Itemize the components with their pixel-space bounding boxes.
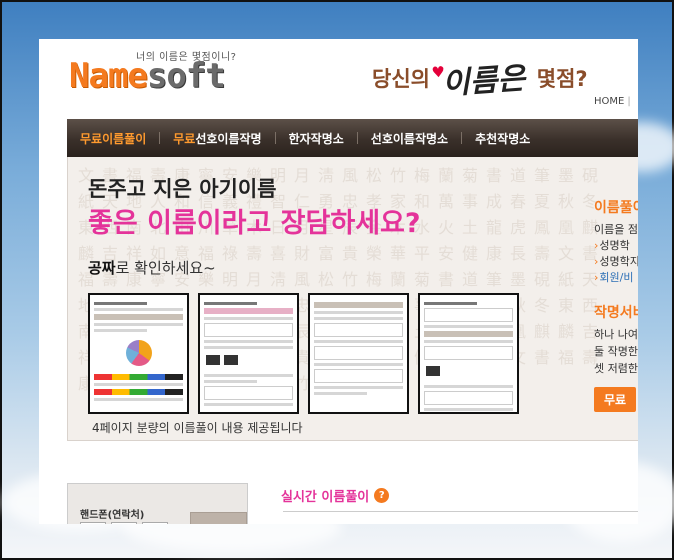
phone-label: 핸드폰(연락처) [80,510,145,521]
report-thumbnails [88,293,519,414]
realtime-title: 실시간 이름풀이 ? [281,486,390,505]
top-link-separator: | [627,96,631,107]
report-thumbnail[interactable] [308,293,409,414]
slogan-part2: 몇점? [536,67,588,91]
panel-text: 둘 작명한 [594,345,638,358]
panel-bullet: ›성명학 [594,239,630,252]
top-links: HOME | [594,96,634,107]
nav-highlight: 무료 [173,131,196,146]
phone-contact-box: 핸드폰(연락처) [67,483,248,524]
hero-banner[interactable]: 文書福壽康寧安樂明月淸風松竹梅蘭菊書道筆墨硯紙天地人和信義禮智仁勇忠孝家和萬事成… [67,157,638,441]
home-link[interactable]: HOME [594,96,624,107]
realtime-title-text: 실시간 이름풀이 [281,490,370,505]
site-header: 너의 이름은 몇점이니? Namesoft 당신의 ♥ 이름은 몇점? HOME… [39,39,638,119]
thumbnail-caption: 4페이지 분량의 이름풀이 내용 제공됩니다 [92,421,303,435]
hero-headline: 돈주고 지은 아기이름 [88,177,277,201]
nav-free-name-reading[interactable]: 무료이름풀이 [67,130,159,147]
nav-preferred-naming-office[interactable]: 선호이름작명소 [358,130,461,147]
report-thumbnail[interactable] [418,293,519,414]
phone-field-2[interactable] [111,522,137,524]
panel-title: 작명서비 [594,305,638,321]
hero-headline-pink: 좋은 이름이라고 장담하세요? [88,208,421,239]
nav-recommended-naming[interactable]: 추천작명소 [462,130,543,147]
panel-bullet[interactable]: ›회원/비 [594,270,638,286]
header-slogan: 당신의 ♥ 이름은 몇점? [372,53,588,103]
panel-text: 하나 나여 [594,328,638,341]
phone-field-1[interactable] [80,522,106,524]
slogan-brush-text: 이름은 [441,61,527,102]
nav-preferred-naming[interactable]: 무료 선호이름작명 [160,130,274,147]
help-icon[interactable]: ? [374,488,390,503]
slogan-part1: 당신의 [372,67,430,91]
logo-soft: soft [146,56,226,96]
free-button[interactable]: 무료 [594,387,637,412]
nav-label: 선호이름작명 [195,131,262,146]
panel-title: 이름풀이 [594,200,638,216]
panel-text: 이름을 점 [594,223,638,236]
report-thumbnail[interactable] [88,293,189,414]
nav-hanja-naming[interactable]: 한자작명소 [276,130,357,147]
chevron-right-icon: › [594,255,599,268]
chevron-right-icon: › [594,239,599,252]
nav-label: 선호이름작명소 [370,131,449,146]
browser-frame: 너의 이름은 몇점이니? Namesoft 당신의 ♥ 이름은 몇점? HOME… [0,0,674,560]
chevron-right-icon: › [594,271,599,284]
service-panel: 이름풀이 이름을 점 ›성명학 ›성명학지 ›회원/비 작명서비 하나 나여 둘… [594,197,638,412]
phone-submit-button[interactable] [190,512,247,524]
web-page: 너의 이름은 몇점이니? Namesoft 당신의 ♥ 이름은 몇점? HOME… [39,39,638,524]
main-nav: 무료이름풀이 무료 선호이름작명 한자작명소 선호이름작명소 추천작명소 [67,119,638,157]
hero-subline-rest: 로 확인하세요~ [115,259,216,277]
realtime-list [283,511,638,524]
phone-field-3[interactable] [142,522,168,524]
slogan-brush: ♥ 이름은 [431,53,527,103]
hero-subline: 공짜로 확인하세요~ [88,257,216,278]
pie-chart-icon [125,340,152,366]
hero-subline-bold: 공짜 [88,259,116,277]
nav-label: 한자작명소 [288,131,344,146]
heart-icon: ♥ [430,62,446,82]
site-logo[interactable]: Namesoft [69,56,226,96]
nav-label: 추천작명소 [475,131,531,146]
phone-inputs [80,522,168,524]
panel-bullet: ›성명학지 [594,255,638,268]
report-thumbnail[interactable] [198,293,299,414]
panel-text: 셋 저렴한 [594,362,638,375]
nav-label: 무료이름풀이 [80,131,147,146]
logo-name: Name [69,56,148,96]
